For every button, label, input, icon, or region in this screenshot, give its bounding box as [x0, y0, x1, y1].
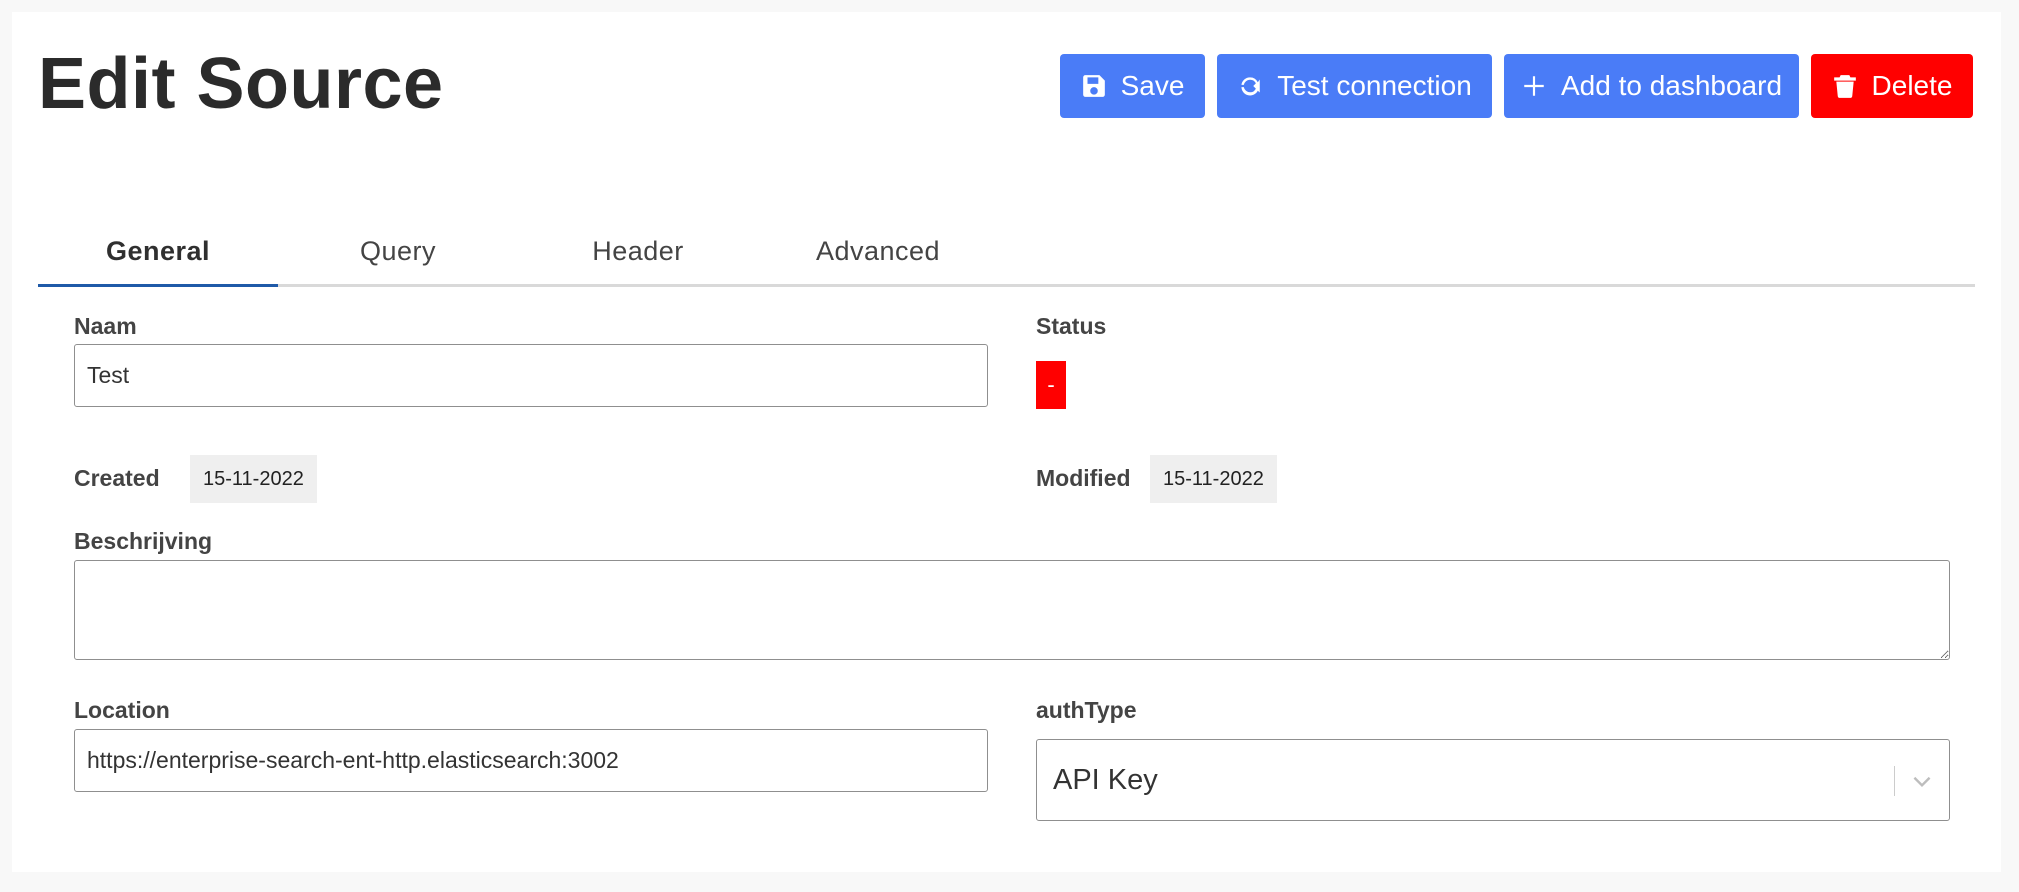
save-button-label: Save: [1120, 70, 1185, 101]
authtype-select[interactable]: API Key: [1036, 739, 1950, 821]
modified-date: 15-11-2022: [1150, 455, 1277, 503]
status-label: Status: [1036, 313, 1107, 339]
delete-button-label: Delete: [1871, 70, 1953, 101]
authtype-label: authType: [1036, 697, 1137, 723]
plus-icon: [1524, 76, 1544, 96]
beschrijving-label: Beschrijving: [74, 528, 213, 554]
modified-label: Modified: [1036, 465, 1131, 491]
status-badge: -: [1036, 361, 1066, 409]
add-to-dashboard-button[interactable]: Add to dashboard: [1504, 54, 1799, 118]
naam-input[interactable]: [74, 344, 988, 407]
location-input[interactable]: [74, 729, 988, 792]
location-label: Location: [74, 697, 170, 723]
test-connection-label: Test connection: [1277, 70, 1472, 101]
floppy-disk-icon: [1082, 75, 1105, 97]
naam-label: Naam: [74, 313, 137, 339]
edit-source-card: Edit Source Save Test connection Add to …: [12, 12, 2001, 872]
select-separator: [1894, 766, 1895, 796]
authtype-selected-value: API Key: [1053, 764, 1158, 796]
refresh-icon: [1241, 77, 1260, 96]
beschrijving-textarea[interactable]: [74, 560, 1950, 660]
created-date: 15-11-2022: [190, 455, 317, 503]
delete-button[interactable]: Delete: [1811, 54, 1973, 118]
chevron-down-icon[interactable]: [1909, 768, 1935, 794]
created-label: Created: [74, 465, 160, 491]
tab-bar: General Query Header Advanced: [38, 218, 1975, 287]
trash-icon: [1833, 75, 1856, 98]
tab-advanced[interactable]: Advanced: [758, 218, 998, 284]
save-button[interactable]: Save: [1060, 54, 1205, 118]
tab-query[interactable]: Query: [278, 218, 518, 284]
page-title: Edit Source: [38, 44, 444, 124]
add-to-dashboard-label: Add to dashboard: [1560, 70, 1783, 101]
test-connection-button[interactable]: Test connection: [1217, 54, 1492, 118]
tab-header[interactable]: Header: [518, 218, 758, 284]
tab-general[interactable]: General: [38, 218, 278, 287]
